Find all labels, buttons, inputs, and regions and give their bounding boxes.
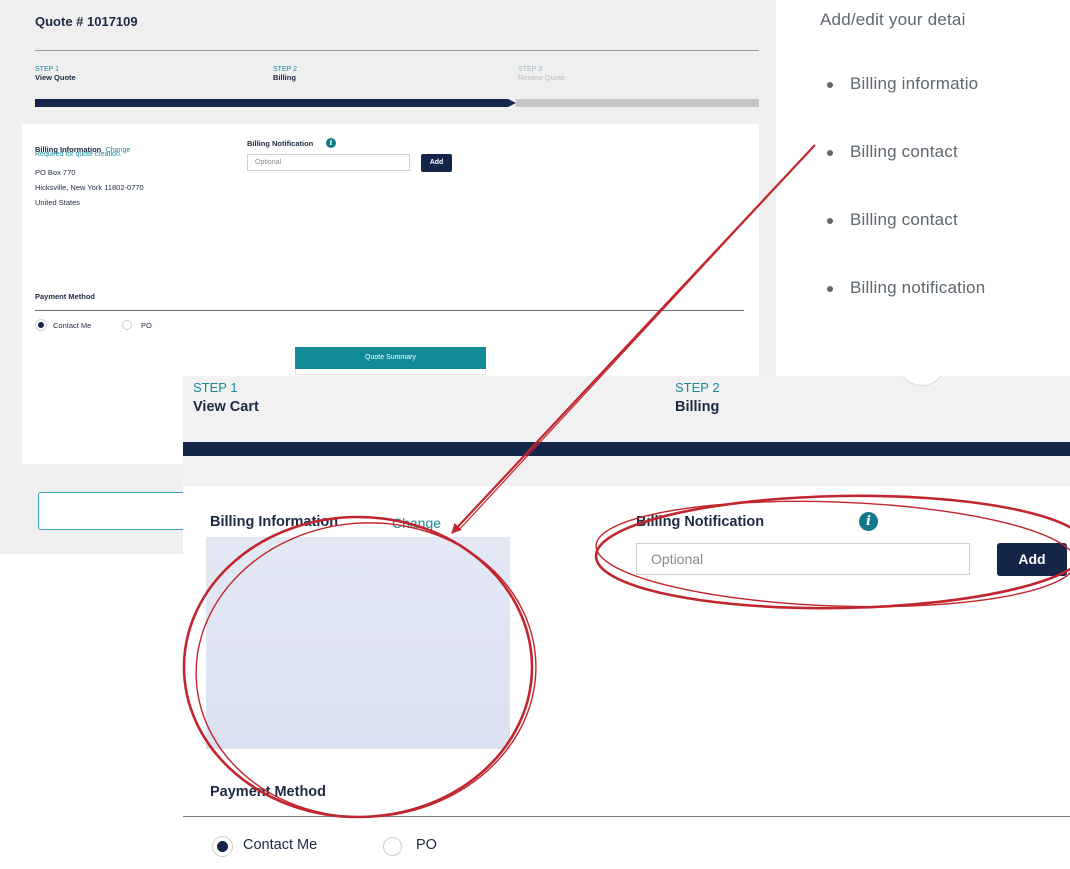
radio-po[interactable] <box>122 320 132 330</box>
quote-summary-body <box>295 369 486 375</box>
step-name: View Quote <box>35 73 76 82</box>
zoom-billing-notification-label: Billing Notification <box>636 514 765 530</box>
notes-intro: Add/edit your detai <box>820 10 966 29</box>
add-notification-button[interactable]: Add <box>421 154 452 172</box>
progress-bar-arrow <box>508 99 516 107</box>
zoom-add-notification-button[interactable]: Add <box>997 543 1067 576</box>
step-name: Billing <box>675 399 720 415</box>
step-name: Billing <box>273 73 296 82</box>
step-1[interactable]: STEP 1 View Quote <box>35 66 76 82</box>
chevron-down-icon[interactable] <box>898 376 946 386</box>
address-line-3: United States <box>35 198 81 207</box>
progress-bar-remaining <box>516 99 759 107</box>
billing-required-note: Required for quote creation. <box>35 151 122 158</box>
address-line-1: PO Box 770 <box>35 168 76 177</box>
quote-summary-header: Quote Summary <box>295 347 486 369</box>
zoom-step-1[interactable]: STEP 1 View Cart <box>193 380 259 415</box>
note-item: Billing informatio <box>827 74 978 94</box>
billing-notification-label: Billing Notification <box>247 139 314 148</box>
quote-title: Quote # 1017109 <box>35 14 138 29</box>
progress-bar-complete <box>35 99 508 107</box>
step-number: STEP 1 <box>35 66 59 73</box>
zoom-billing-notification-input[interactable]: Optional <box>636 543 970 575</box>
step-name: Review Quote <box>518 73 566 82</box>
zoomed-billing-view: STEP 1 View Cart STEP 2 Billing Billing … <box>183 376 1070 869</box>
zoom-radio-po[interactable] <box>383 837 402 856</box>
title-divider <box>35 50 759 51</box>
zoom-radio-label-po: PO <box>416 837 437 853</box>
radio-contact-me[interactable] <box>36 320 46 330</box>
step-number: STEP 2 <box>273 66 297 73</box>
zoom-header-gap <box>183 456 1070 486</box>
radio-label-contact-me: Contact Me <box>53 321 92 330</box>
zoom-progress-bar <box>183 442 1070 456</box>
billing-notification-input[interactable]: Optional <box>247 154 410 171</box>
zoom-billing-info-label: Billing Information <box>210 514 339 530</box>
note-text: Billing informatio <box>850 74 979 93</box>
step-number: STEP 1 <box>193 380 238 395</box>
zoom-billing-change-link[interactable]: Change <box>392 515 441 531</box>
step-number: STEP 2 <box>675 380 720 395</box>
step-2[interactable]: STEP 2 Billing <box>273 66 297 82</box>
note-text: Billing notification <box>850 278 986 297</box>
note-item: Billing contact <box>827 142 958 162</box>
info-icon[interactable]: i <box>326 138 336 148</box>
payment-divider <box>35 310 744 311</box>
note-item: Billing contact <box>827 210 958 230</box>
radio-label-po: PO <box>141 321 152 330</box>
zoom-payment-divider <box>183 816 1070 817</box>
step-name: View Cart <box>193 399 259 415</box>
note-item: Billing notification <box>827 278 985 298</box>
address-line-2: Hicksville, New York 11802-0770 <box>35 183 144 192</box>
info-icon[interactable]: i <box>859 512 878 531</box>
note-text: Billing contact <box>850 210 958 229</box>
zoom-radio-contact-me[interactable] <box>213 837 232 856</box>
note-text: Billing contact <box>850 142 958 161</box>
zoom-step-2[interactable]: STEP 2 Billing <box>675 380 720 415</box>
step-3[interactable]: STEP 3 Review Quote <box>518 66 565 82</box>
step-number: STEP 3 <box>518 66 542 73</box>
zoom-payment-method-label: Payment Method <box>210 784 327 800</box>
redacted-address-block <box>206 537 510 749</box>
payment-method-label: Payment Method <box>35 292 96 301</box>
zoom-radio-label-contact-me: Contact Me <box>243 837 318 853</box>
